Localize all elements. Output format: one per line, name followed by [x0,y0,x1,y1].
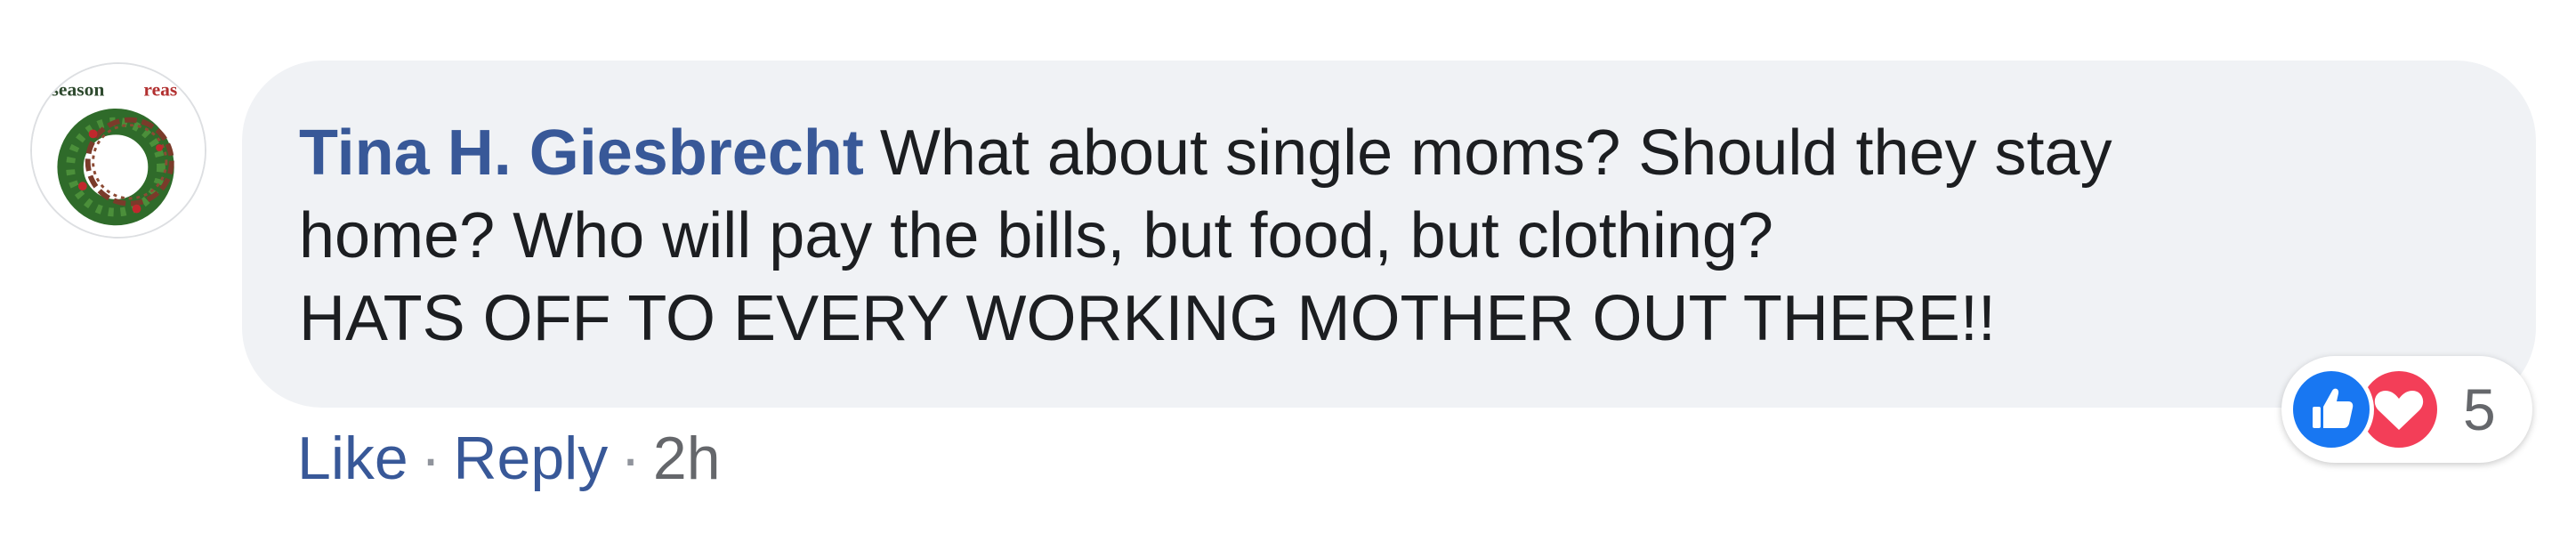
comment-actions: Like · Reply · 2h [297,418,721,498]
avatar-text-left: season [52,78,105,100]
avatar-text-right: reas [143,78,177,100]
separator-dot: · [620,425,641,492]
comment-bubble: Tina H. Giesbrecht What about single moms… [242,61,2536,408]
like-icon [2289,367,2374,452]
avatar[interactable]: season reas [30,62,206,239]
reaction-count: 5 [2463,376,2496,442]
comment-timestamp[interactable]: 2h [653,425,721,492]
reply-button[interactable]: Reply [453,425,608,492]
reactions-summary[interactable]: 5 [2281,356,2532,463]
separator-dot: · [420,425,441,492]
comment-author-link[interactable]: Tina H. Giesbrecht [299,117,864,189]
comment-text: Tina H. Giesbrecht What about single moms… [299,112,2500,360]
wreath-avatar-icon: season reas [32,64,205,237]
comment-text-line: HATS OFF TO EVERY WORKING MOTHER OUT THE… [299,283,1996,354]
comment-text-line: home? Who will pay the bills, but food, … [299,200,1773,271]
like-button[interactable]: Like [297,425,408,492]
comment-text-line: What about single moms? Should they stay [879,117,2112,189]
